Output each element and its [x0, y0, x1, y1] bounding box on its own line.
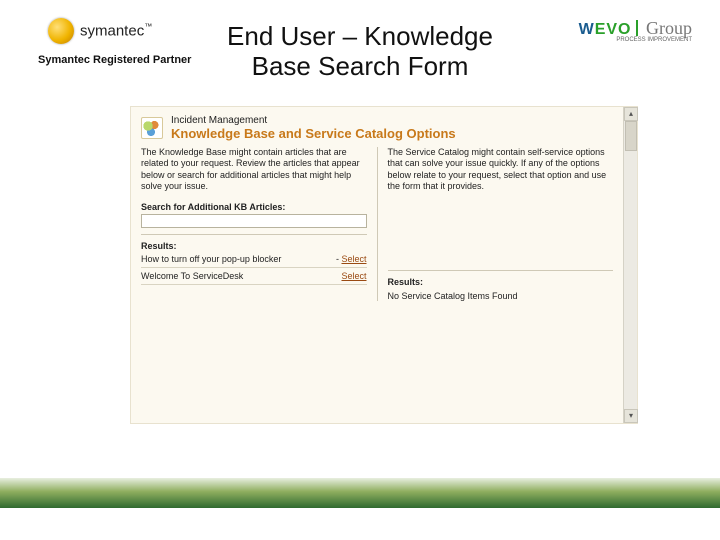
kb-result-row: How to turn off your pop-up blocker - Se…	[141, 251, 367, 267]
scroll-up-button[interactable]: ▴	[624, 107, 638, 121]
footer-gradient-bar	[0, 478, 720, 508]
divider	[141, 234, 367, 235]
kb-select-link[interactable]: Select	[341, 254, 366, 264]
screenshot-header: Incident Management Knowledge Base and S…	[131, 107, 623, 141]
wevo-divider-icon	[636, 20, 638, 36]
wevo-w: W	[579, 21, 595, 38]
breadcrumb: Incident Management	[171, 115, 456, 126]
sc-description: The Service Catalog might contain self-s…	[388, 147, 614, 192]
section-heading: Knowledge Base and Service Catalog Optio…	[171, 126, 456, 141]
scroll-thumb[interactable]	[625, 121, 637, 151]
kb-column: The Knowledge Base might contain article…	[141, 147, 378, 301]
scroll-track[interactable]	[624, 121, 637, 409]
sc-results-label: Results:	[388, 277, 614, 287]
kb-search-input[interactable]	[141, 214, 367, 228]
kb-screenshot: Incident Management Knowledge Base and S…	[130, 106, 638, 424]
title-line1: End User – Knowledge	[227, 21, 493, 51]
symantec-wordmark: symantec™	[80, 22, 152, 40]
slide: symantec™ Symantec Registered Partner WE…	[0, 0, 720, 540]
incident-management-icon	[141, 117, 163, 139]
slide-title: End User – Knowledge Base Search Form	[200, 22, 520, 82]
kb-result-title: Welcome To ServiceDesk	[141, 271, 243, 281]
wevo-logo-block: WEVO Group PROCESS IMPROVEMENT	[579, 18, 692, 43]
header: symantec™ Symantec Registered Partner WE…	[0, 8, 720, 86]
row-divider	[141, 284, 367, 285]
symantec-name: symantec	[80, 22, 144, 39]
symantec-logo-block: symantec™	[48, 18, 152, 44]
sc-empty-message: No Service Catalog Items Found	[388, 287, 614, 301]
wevo-group: Group	[642, 18, 693, 38]
wevo-rest: EVO	[595, 21, 632, 38]
kb-screenshot-inner: Incident Management Knowledge Base and S…	[131, 107, 623, 423]
two-column-body: The Knowledge Base might contain article…	[131, 141, 623, 301]
symantec-logo-icon	[48, 18, 74, 44]
registered-partner-label: Symantec Registered Partner	[38, 54, 191, 66]
divider	[388, 270, 614, 271]
sc-results-block: Results: No Service Catalog Items Found	[388, 270, 614, 301]
kb-description: The Knowledge Base might contain article…	[141, 147, 367, 192]
vertical-scrollbar[interactable]: ▴ ▾	[623, 107, 637, 423]
kb-select-link[interactable]: Select	[341, 271, 366, 281]
scroll-down-button[interactable]: ▾	[624, 409, 638, 423]
kb-results-label: Results:	[141, 241, 367, 251]
service-catalog-column: The Service Catalog might contain self-s…	[388, 147, 614, 301]
screenshot-header-labels: Incident Management Knowledge Base and S…	[171, 115, 456, 141]
kb-result-row: Welcome To ServiceDesk Select	[141, 268, 367, 284]
kb-search-label: Search for Additional KB Articles:	[141, 202, 367, 212]
kb-result-title: How to turn off your pop-up blocker	[141, 254, 281, 264]
title-line2: Base Search Form	[252, 51, 469, 81]
tm-symbol: ™	[144, 22, 152, 31]
